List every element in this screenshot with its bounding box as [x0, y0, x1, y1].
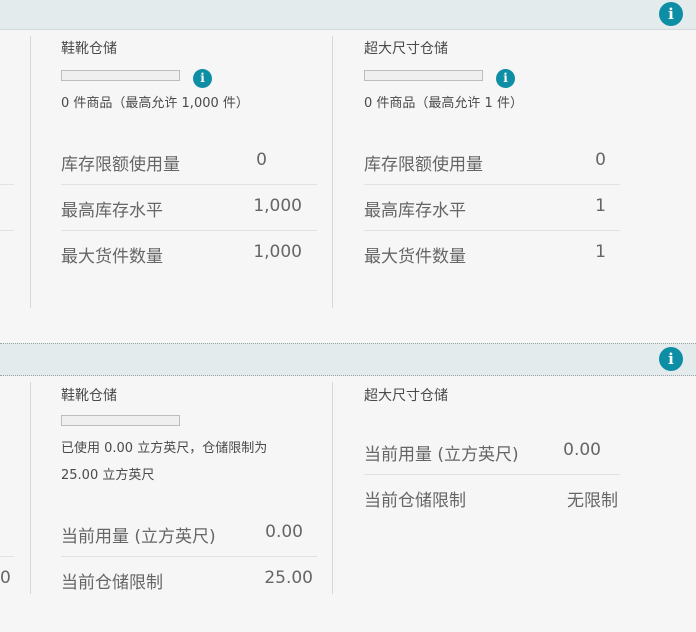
oversize-storage-title: 超大尺寸仓储 — [364, 41, 448, 57]
current-storage-limit-value: 无限制 — [567, 491, 618, 511]
shoe-storage-caption: 0 件商品（最高允许 1,000 件） — [61, 96, 249, 111]
column-divider — [30, 36, 31, 308]
shoe-storage-volume-meter — [61, 415, 180, 426]
info-circle-icon[interactable]: i — [496, 69, 515, 88]
max-shipment-quantity-value: 1,000 — [253, 242, 302, 262]
current-storage-limit-label: 当前仓储限制 — [364, 491, 466, 511]
storage-volume-header: i — [0, 343, 696, 376]
oversize-storage-title: 超大尺寸仓储 — [364, 388, 448, 404]
inventory-usage-label: 库存限额使用量 — [364, 155, 483, 175]
shoe-storage-title: 鞋靴仓储 — [61, 388, 117, 404]
left-column-divider — [0, 184, 14, 185]
oversize-storage-usage-meter — [364, 70, 483, 81]
row-divider — [61, 230, 317, 231]
oversize-storage-caption: 0 件商品（最高允许 1 件） — [364, 96, 523, 111]
shoe-storage-volume-caption-line2: 25.00 立方英尺 — [61, 468, 155, 483]
column-divider — [332, 382, 333, 594]
current-usage-value: 0.00 — [563, 440, 601, 460]
max-shipment-quantity-value: 1 — [595, 242, 606, 262]
shoe-storage-title: 鞋靴仓储 — [61, 41, 117, 57]
left-partial-value: 0 — [0, 568, 11, 588]
current-storage-limit-label: 当前仓储限制 — [61, 573, 163, 593]
max-inventory-level-value: 1 — [595, 196, 606, 216]
column-divider — [332, 36, 333, 308]
max-inventory-level-value: 1,000 — [253, 196, 302, 216]
row-divider — [364, 230, 620, 231]
max-shipment-quantity-label: 最大货件数量 — [61, 247, 163, 267]
left-column-divider — [0, 230, 14, 231]
shoe-storage-volume-caption: 已使用 0.00 立方英尺，仓储限制为 — [61, 441, 268, 456]
inventory-usage-value: 0 — [595, 150, 606, 170]
current-storage-limit-value: 25.00 — [264, 568, 313, 588]
left-column-divider — [0, 556, 14, 557]
shoe-storage-usage-meter — [61, 70, 180, 81]
current-usage-label: 当前用量 (立方英尺) — [61, 527, 216, 547]
row-divider — [61, 184, 317, 185]
max-inventory-level-label: 最高库存水平 — [61, 201, 163, 221]
inventory-usage-value: 0 — [256, 150, 267, 170]
inventory-limits-header: i — [0, 0, 696, 30]
row-divider — [364, 474, 620, 475]
max-inventory-level-label: 最高库存水平 — [364, 201, 466, 221]
info-circle-icon[interactable]: i — [659, 2, 683, 26]
inventory-usage-label: 库存限额使用量 — [61, 155, 180, 175]
column-divider — [30, 382, 31, 594]
max-shipment-quantity-label: 最大货件数量 — [364, 247, 466, 267]
info-circle-icon[interactable]: i — [659, 347, 683, 371]
row-divider — [61, 556, 317, 557]
info-circle-icon[interactable]: i — [193, 69, 212, 88]
current-usage-value: 0.00 — [265, 522, 303, 542]
current-usage-label: 当前用量 (立方英尺) — [364, 445, 519, 465]
row-divider — [364, 184, 620, 185]
